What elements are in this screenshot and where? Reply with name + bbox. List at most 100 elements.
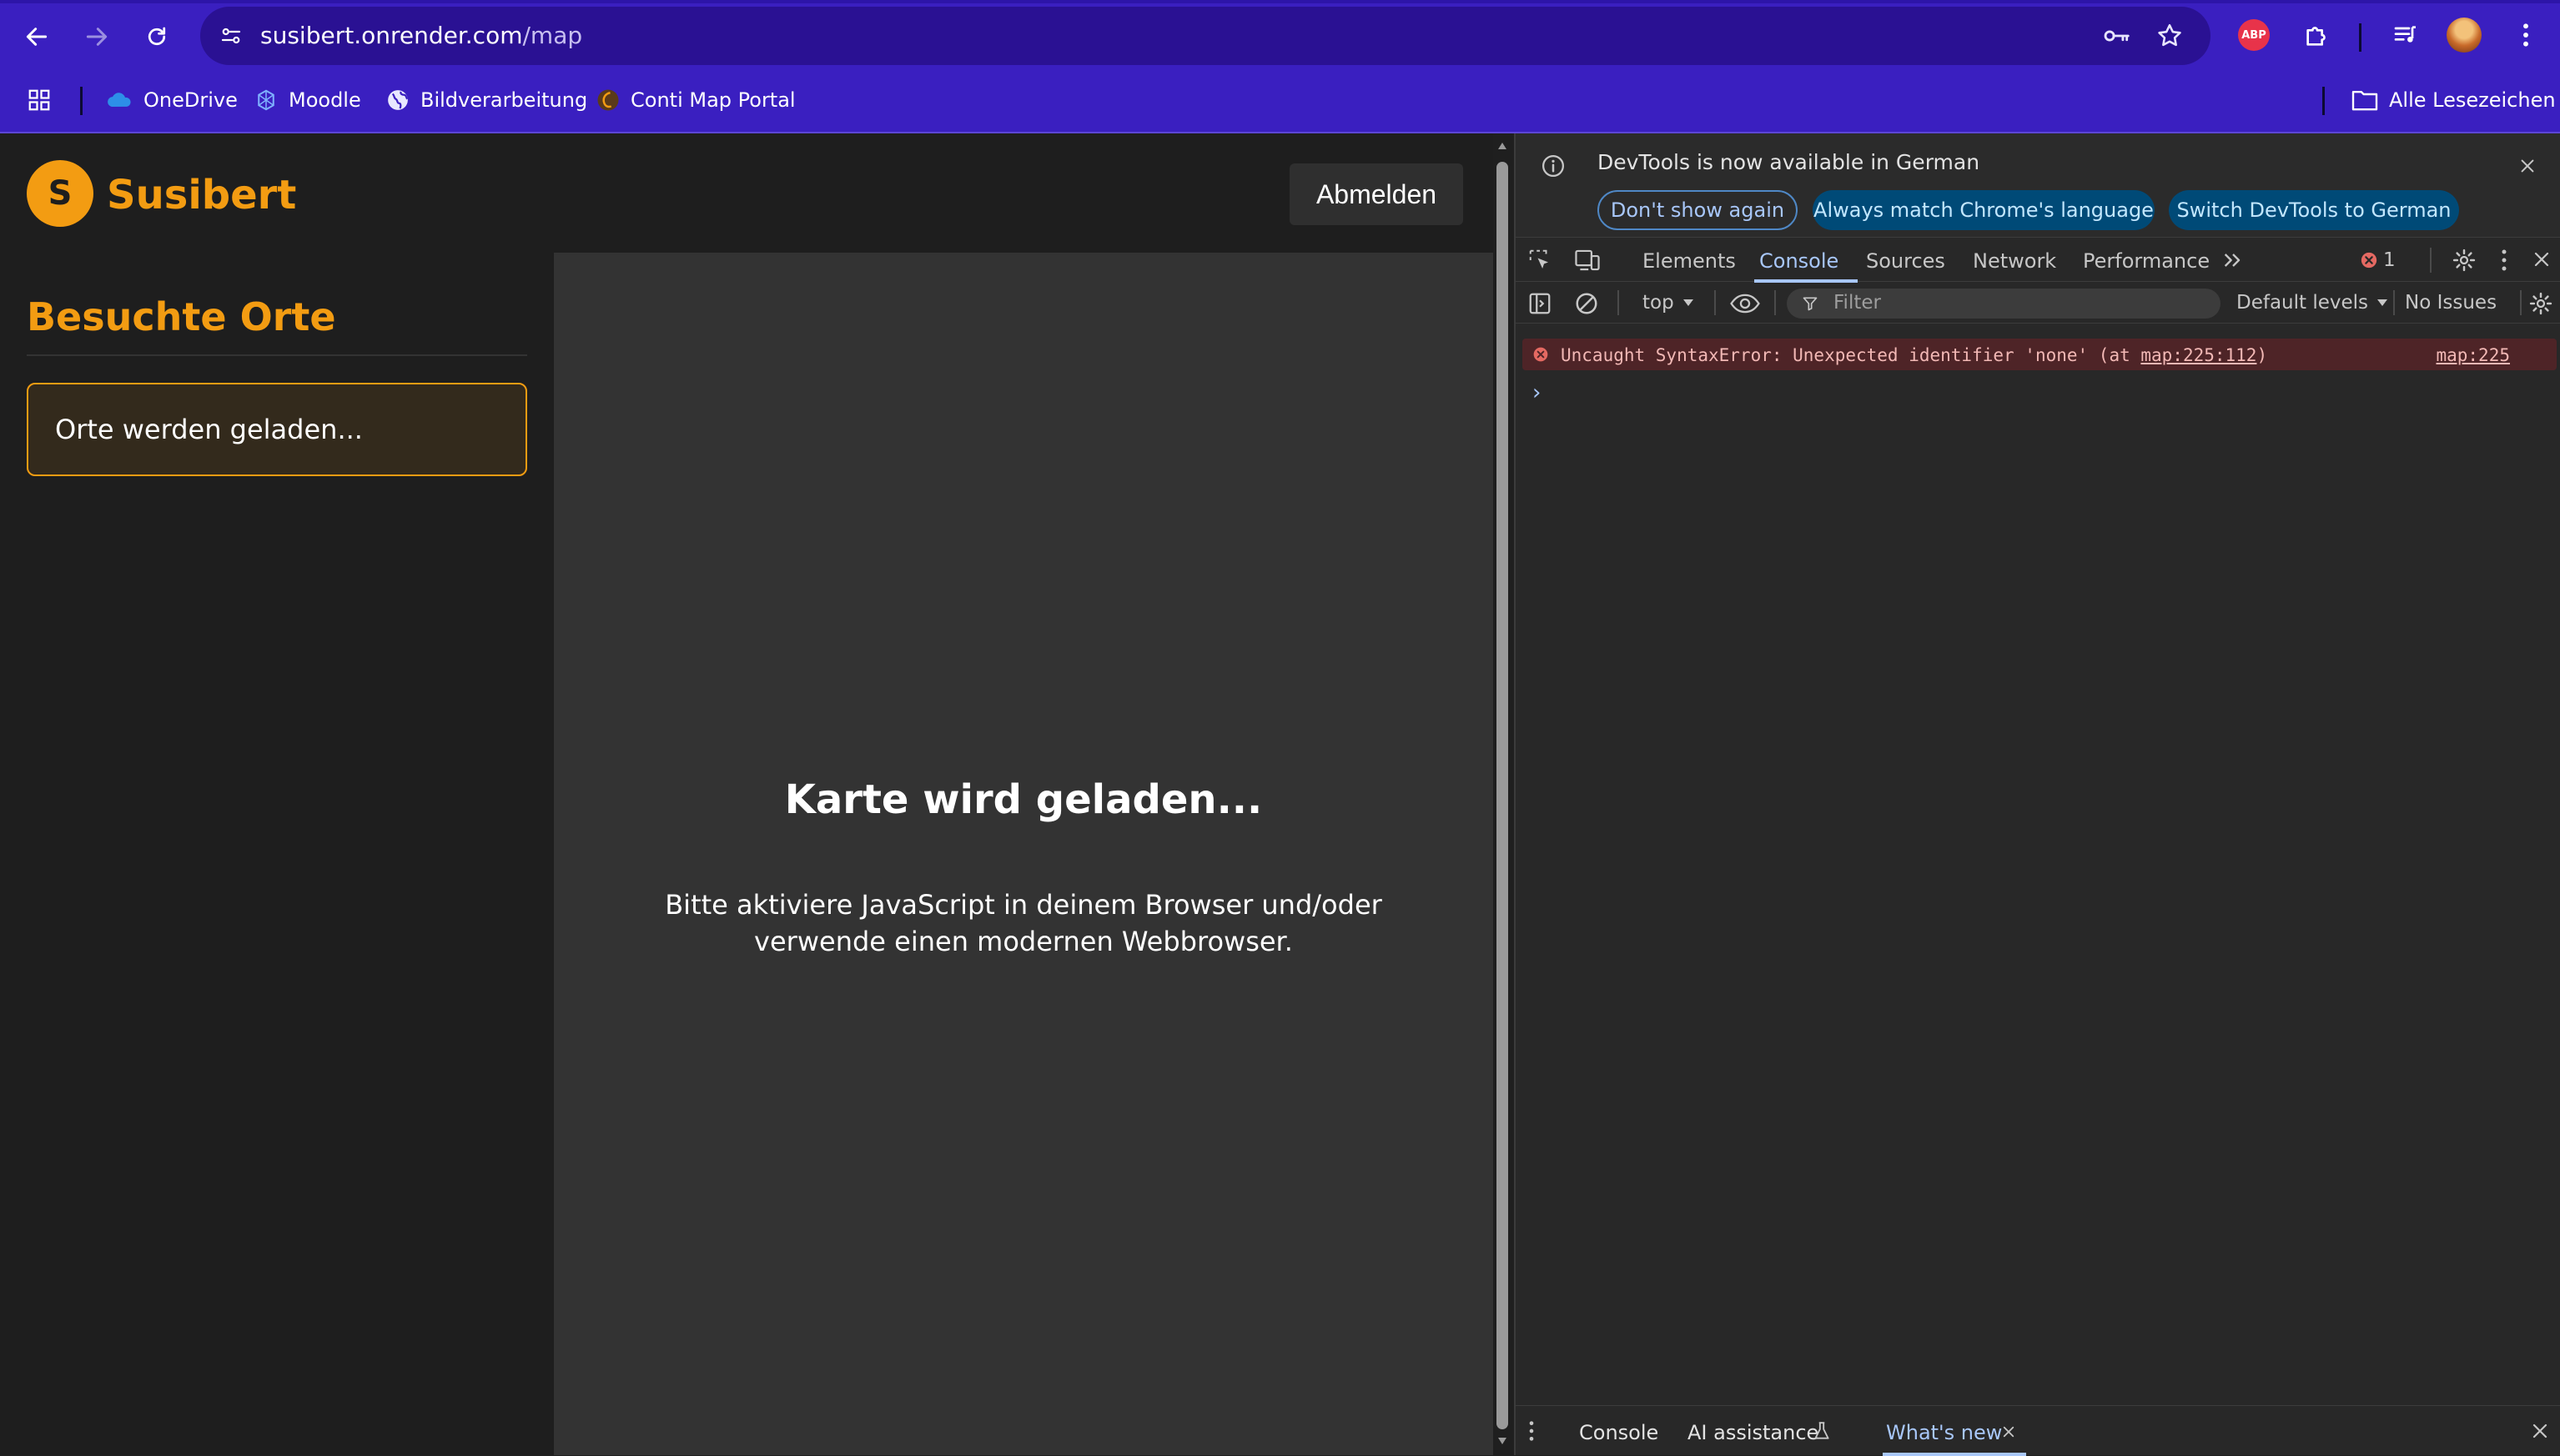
console-settings-gear-icon[interactable] <box>2528 291 2553 316</box>
bookmark-onedrive[interactable]: OneDrive <box>105 85 238 115</box>
error-text: Uncaught SyntaxError: Unexpected identif… <box>1561 345 2267 365</box>
clear-console-icon[interactable] <box>1574 291 1599 316</box>
url-host: susibert.onrender.com <box>260 22 523 49</box>
chrome-menu-icon[interactable] <box>2507 17 2544 53</box>
switch-to-german-button[interactable]: Switch DevTools to German <box>2169 190 2459 230</box>
tab-console[interactable]: Console <box>1759 249 1838 273</box>
sidebar: Besuchte Orte Orte werden geladen... <box>0 253 554 1455</box>
moodle-icon <box>258 89 274 111</box>
bookmark-label: Conti Map Portal <box>631 88 796 112</box>
reload-button[interactable] <box>135 15 179 58</box>
close-tab-icon[interactable] <box>2001 1424 2016 1439</box>
map-container[interactable]: Karte wird geladen... Bitte aktiviere Ja… <box>554 253 1493 1455</box>
adblock-extension-icon[interactable]: ABP <box>2236 17 2272 53</box>
tab-sources[interactable]: Sources <box>1866 249 1945 273</box>
filter-funnel-icon <box>1803 297 1818 311</box>
more-tabs-chevron-icon[interactable] <box>2221 250 2245 270</box>
all-bookmarks[interactable]: Alle Lesezeichen <box>2351 85 2556 115</box>
profile-avatar[interactable] <box>2446 17 2482 53</box>
url-text: susibert.onrender.com/map <box>260 22 582 49</box>
bookmark-bildverarbeitung[interactable]: Bildverarbeitung <box>385 85 587 115</box>
error-counter[interactable]: 1 <box>2360 249 2396 271</box>
error-location-link[interactable]: map:225:112 <box>2140 345 2256 365</box>
match-chrome-language-button[interactable]: Always match Chrome's language <box>1813 190 2155 230</box>
settings-gear-icon[interactable] <box>2452 248 2477 273</box>
toolbar-separator <box>1774 290 1776 315</box>
forward-button[interactable] <box>75 15 118 58</box>
sidebar-toggle-icon[interactable] <box>1527 291 1552 316</box>
devtools-menu-icon[interactable] <box>2500 248 2508 273</box>
tab-network[interactable]: Network <box>1973 249 2056 273</box>
page-header: S Susibert Abmelden <box>0 133 1493 253</box>
console-filter-input[interactable]: Filter <box>1787 289 2221 319</box>
reload-icon <box>148 27 166 46</box>
console-prompt[interactable]: › <box>1532 380 1541 405</box>
log-levels-dropdown[interactable]: Default levels <box>2236 292 2388 314</box>
page-scrollbar[interactable] <box>1493 133 1511 1455</box>
close-drawer-icon[interactable] <box>2530 1421 2550 1441</box>
tab-elements[interactable]: Elements <box>1642 249 1736 273</box>
bookmark-moodle[interactable]: Moodle <box>254 85 361 115</box>
toolbar-separator <box>2520 290 2522 315</box>
info-icon <box>1542 155 1564 177</box>
site-settings-icon[interactable] <box>215 20 247 52</box>
bookmarks-bar: OneDrive Moodle Bildverarbeitung Conti M… <box>0 75 2560 125</box>
reading-list-icon[interactable] <box>2387 17 2424 53</box>
map-javascript-message: Bitte aktiviere JavaScript in deinem Bro… <box>665 889 1382 957</box>
context-selector[interactable]: top <box>1642 292 1694 314</box>
password-key-icon[interactable] <box>2100 20 2132 52</box>
chevron-down-icon <box>1682 299 1693 306</box>
bookmark-label: OneDrive <box>143 88 238 112</box>
logout-button[interactable]: Abmelden <box>1290 163 1463 225</box>
bookmark-star-icon[interactable] <box>2154 20 2185 52</box>
device-toolbar-icon[interactable] <box>1574 248 1601 273</box>
error-icon <box>1533 347 1548 362</box>
drawer-tab-whats-new[interactable]: What's new <box>1886 1421 2002 1444</box>
devtools-tab-bar: Elements Console Sources Network Perform… <box>1516 237 2560 283</box>
all-bookmarks-label: Alle Lesezeichen <box>2389 88 2556 112</box>
log-levels-label: Default levels <box>2236 292 2369 314</box>
logo-badge: S <box>27 160 93 227</box>
apps-grid-icon[interactable] <box>27 85 52 115</box>
console-error-message: Uncaught SyntaxError: Unexpected identif… <box>1522 339 2557 370</box>
drawer-menu-icon[interactable] <box>1527 1419 1536 1443</box>
inspect-element-icon[interactable] <box>1527 248 1552 273</box>
tab-performance[interactable]: Performance <box>2083 249 2210 273</box>
devtools-panel: DevTools is now available in German Don'… <box>1514 133 2560 1456</box>
tabbar-separator <box>2430 248 2432 273</box>
scroll-up-icon <box>1498 143 1506 149</box>
scroll-down-icon <box>1498 1438 1506 1444</box>
chevron-down-icon <box>2377 299 2388 306</box>
bookmark-conti-map-portal[interactable]: Conti Map Portal <box>596 85 796 115</box>
brand-name: Susibert <box>107 172 297 218</box>
abp-badge: ABP <box>2238 19 2270 51</box>
drawer-tab-ai-assistance[interactable]: AI assistance <box>1687 1421 1818 1444</box>
url-path: /map <box>522 22 583 49</box>
drawer-active-indicator <box>1883 1453 2026 1456</box>
web-page: S Susibert Abmelden Besuchte Orte Orte w… <box>0 133 1511 1455</box>
console-toolbar: top Filter Default levels No Issues <box>1516 282 2560 324</box>
dont-show-again-button[interactable]: Don't show again <box>1597 190 1798 230</box>
devtools-drawer-tabs: Console AI assistance What's new <box>1516 1405 2560 1456</box>
drawer-tab-console[interactable]: Console <box>1579 1421 1658 1444</box>
banner-message: DevTools is now available in German <box>1597 150 1980 174</box>
experiment-flask-icon <box>1814 1422 1829 1439</box>
toolbar-separator <box>1617 290 1619 315</box>
issues-counter[interactable]: No Issues <box>2405 292 2497 314</box>
chrome-top-edge <box>0 0 2560 3</box>
browser-toolbar: susibert.onrender.com/map ABP OneDrive M… <box>0 0 2560 133</box>
bookmarks-separator <box>80 87 83 115</box>
back-button[interactable] <box>15 15 58 58</box>
live-expression-eye-icon[interactable] <box>1729 292 1761 315</box>
close-icon[interactable] <box>2518 157 2537 175</box>
arrow-right-icon <box>86 28 108 46</box>
close-devtools-icon[interactable] <box>2532 249 2552 269</box>
page-scrollbar-thumb[interactable] <box>1496 162 1508 1429</box>
extensions-puzzle-icon[interactable] <box>2299 17 2336 53</box>
conti-icon <box>597 89 619 111</box>
error-prefix: Uncaught SyntaxError: Unexpected identif… <box>1561 345 2141 365</box>
address-bar[interactable]: susibert.onrender.com/map <box>200 7 2210 65</box>
places-loading-text: Orte werden geladen... <box>55 414 363 445</box>
filter-placeholder: Filter <box>1833 292 1881 314</box>
error-source-link[interactable]: map:225 <box>2436 345 2510 365</box>
